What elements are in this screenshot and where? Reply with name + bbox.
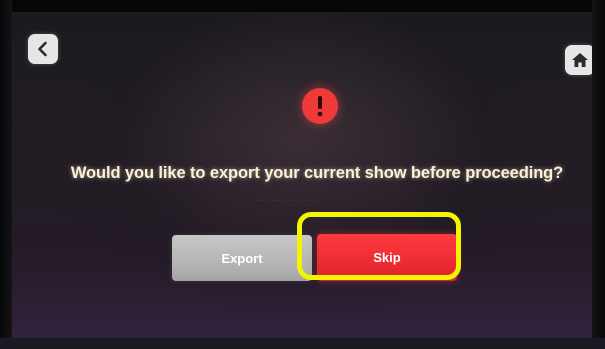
bezel-right xyxy=(592,0,605,349)
bezel-left xyxy=(0,0,12,349)
faint-subtext-2: ···· · xyxy=(242,226,251,231)
back-button[interactable] xyxy=(28,34,58,64)
faint-subtext: ···· ·· ······· ····· ··· ····· ··· xyxy=(256,198,318,203)
exclamation-icon xyxy=(317,96,323,117)
photo-frame: Would you like to export your current sh… xyxy=(0,0,605,349)
skip-button[interactable]: Skip xyxy=(317,234,457,281)
export-button[interactable]: Export xyxy=(172,235,312,281)
dialog-question: Would you like to export your current sh… xyxy=(70,164,564,182)
alert-icon xyxy=(302,88,338,124)
bezel-bottom xyxy=(0,338,605,349)
export-button-label: Export xyxy=(221,250,263,266)
skip-button-label: Skip xyxy=(373,250,401,265)
bezel-top xyxy=(0,0,605,12)
chevron-left-icon xyxy=(38,41,47,57)
home-button[interactable] xyxy=(565,45,592,75)
home-icon xyxy=(572,53,588,67)
device-screen: Would you like to export your current sh… xyxy=(12,12,592,338)
